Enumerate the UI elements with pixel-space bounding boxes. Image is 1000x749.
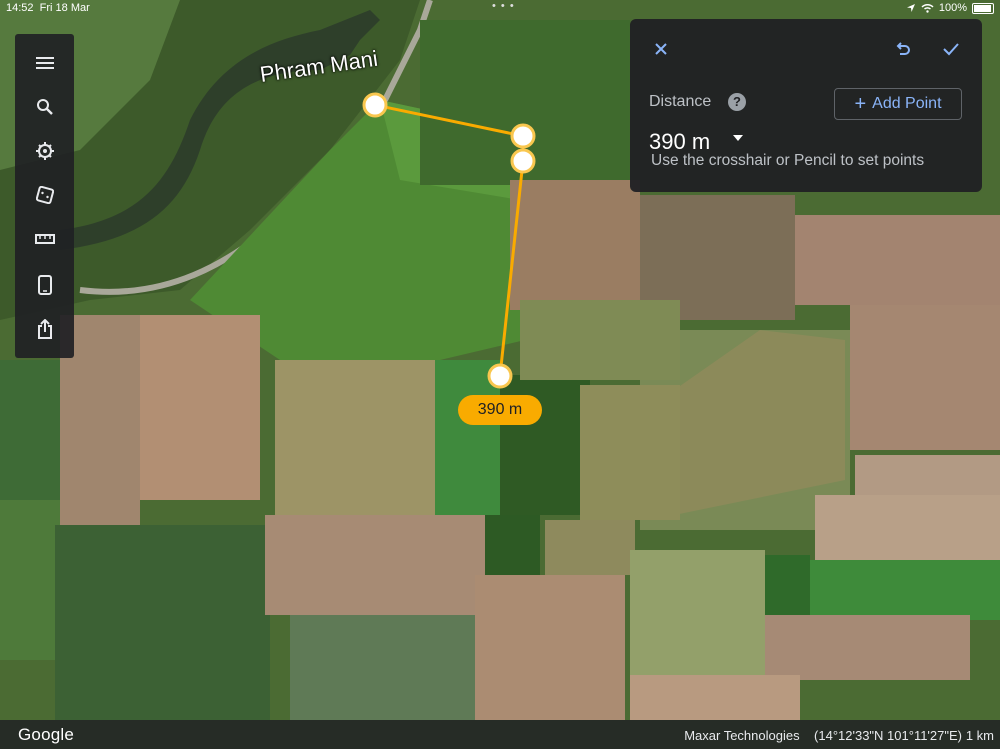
share-icon — [37, 319, 52, 339]
coordinates: (14°12'33"N 101°11'27"E) — [814, 728, 962, 743]
phone-icon — [37, 275, 52, 295]
menu-icon — [35, 57, 54, 69]
measure-point[interactable] — [510, 123, 536, 149]
undo-button[interactable] — [890, 36, 916, 62]
dice-icon — [35, 186, 54, 204]
check-icon — [943, 43, 959, 56]
measure-point[interactable] — [510, 148, 536, 174]
multitasking-dots[interactable]: • • • — [492, 0, 515, 12]
measure-button[interactable] — [15, 224, 74, 254]
search-button[interactable] — [15, 92, 74, 122]
chevron-down-icon[interactable] — [733, 135, 743, 141]
voyager-button[interactable] — [15, 136, 74, 166]
attribution-bar: Google Maxar Technologies (14°12'33"N 10… — [0, 720, 1000, 749]
status-time: 14:52 Fri 18 Mar — [6, 2, 90, 14]
side-toolbar — [15, 34, 74, 358]
distance-pill: 390 m — [458, 395, 542, 425]
status-bar: 14:52 Fri 18 Mar • • • 100% — [0, 0, 1000, 18]
undo-icon — [896, 42, 910, 55]
imagery-credits[interactable]: Maxar Technologies (14°12'33"N 101°11'27… — [684, 728, 962, 743]
battery-percent: 100% — [938, 2, 967, 14]
done-button[interactable] — [938, 36, 964, 62]
measure-hint: Use the crosshair or Pencil to set point… — [651, 152, 925, 169]
close-icon — [655, 43, 667, 55]
search-icon — [36, 99, 53, 115]
measure-point[interactable] — [487, 363, 513, 389]
measure-point[interactable] — [362, 92, 388, 118]
feeling-lucky-button[interactable] — [15, 180, 74, 210]
ruler-icon — [34, 234, 55, 244]
help-icon[interactable]: ? — [728, 93, 746, 111]
scale-label: 1 km — [965, 728, 994, 743]
add-point-label: Add Point — [872, 95, 942, 112]
location-icon — [906, 4, 915, 12]
wifi-icon — [921, 4, 934, 13]
plus-icon: + — [854, 93, 867, 115]
voyager-icon — [35, 142, 54, 160]
google-logo: Google — [18, 725, 75, 744]
battery-icon — [972, 2, 994, 14]
close-button[interactable] — [648, 36, 674, 62]
add-point-button[interactable]: + Add Point — [834, 88, 962, 120]
share-button[interactable] — [15, 314, 74, 344]
measure-panel: Distance ? 390 m + Add Point Use the cro… — [630, 19, 982, 192]
menu-button[interactable] — [15, 48, 74, 78]
distance-label: Distance — [649, 93, 712, 110]
device-button[interactable] — [15, 270, 74, 300]
status-indicators: 100% — [906, 2, 994, 14]
